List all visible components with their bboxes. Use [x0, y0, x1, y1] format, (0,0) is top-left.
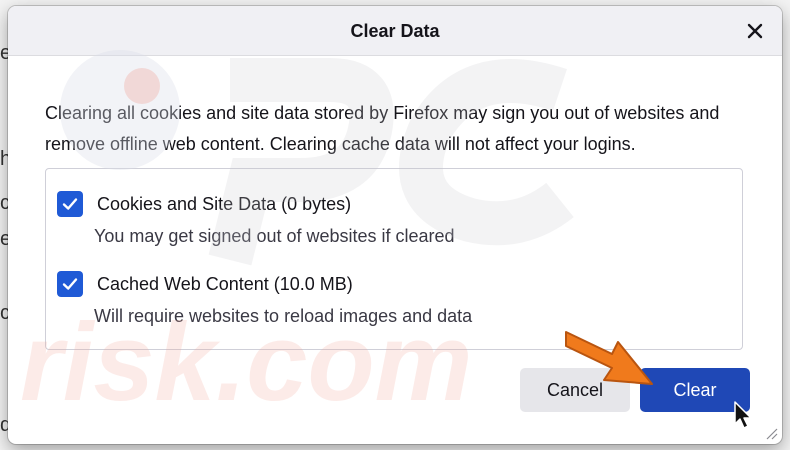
cache-checkbox[interactable]: [57, 271, 83, 297]
options-list: Cookies and Site Data (0 bytes) You may …: [45, 168, 743, 350]
checkmark-icon: [62, 198, 78, 210]
checkmark-icon: [62, 278, 78, 290]
cache-label[interactable]: Cached Web Content (10.0 MB): [97, 271, 353, 297]
dialog-title: Clear Data: [350, 21, 440, 41]
clear-button[interactable]: Clear: [640, 368, 750, 412]
dialog-description: Clearing all cookies and site data store…: [45, 103, 720, 154]
cookies-label[interactable]: Cookies and Site Data (0 bytes): [97, 191, 351, 217]
cancel-button[interactable]: Cancel: [520, 368, 630, 412]
close-button[interactable]: [742, 18, 768, 44]
option-cookies-site-data: Cookies and Site Data (0 bytes) You may …: [46, 185, 742, 255]
cookies-checkbox[interactable]: [57, 191, 83, 217]
resize-grip-icon[interactable]: [762, 424, 778, 440]
option-cached-web-content: Cached Web Content (10.0 MB) Will requir…: [46, 265, 742, 335]
cache-description: Will require websites to reload images a…: [94, 306, 473, 326]
close-icon: [747, 23, 763, 39]
clear-data-dialog: Clear Data Clearing all cookies and site…: [8, 6, 782, 444]
dialog-titlebar: Clear Data: [8, 6, 782, 56]
cookies-description: You may get signed out of websites if cl…: [94, 226, 455, 246]
